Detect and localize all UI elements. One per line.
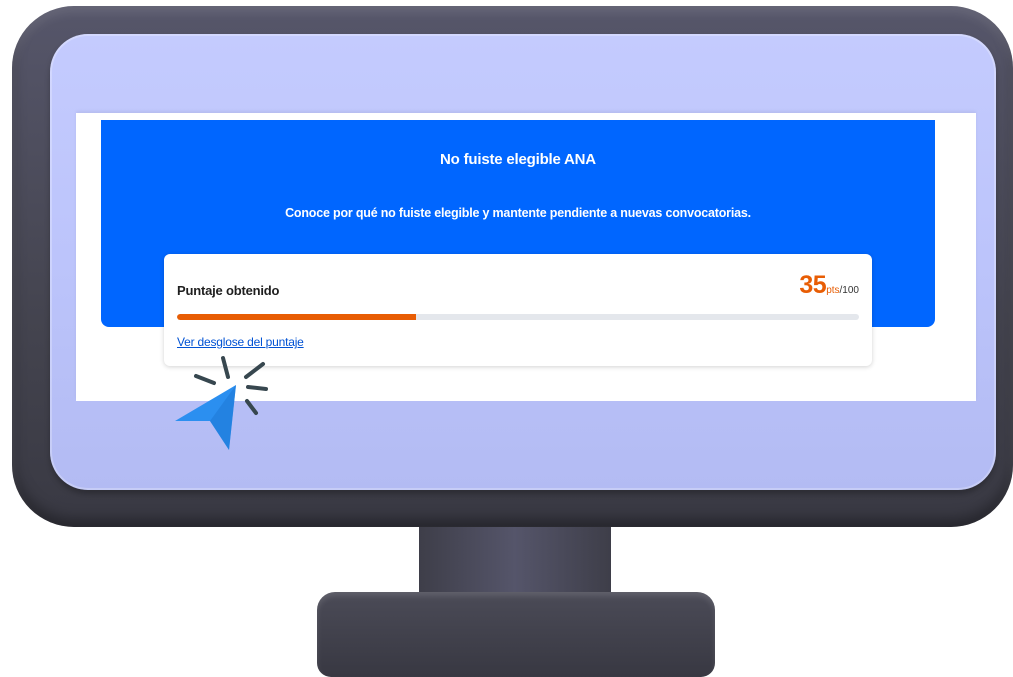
score-label: Puntaje obtenido bbox=[177, 283, 280, 298]
click-burst-line bbox=[245, 399, 258, 415]
score-unit: pts bbox=[826, 285, 840, 296]
score-progress-fill bbox=[177, 314, 416, 320]
click-pointer-icon bbox=[170, 355, 280, 455]
score-value: 35 bbox=[799, 271, 827, 299]
monitor-stand-neck bbox=[419, 527, 611, 595]
hero-subtitle: Conoce por qué no fuiste elegible y mant… bbox=[285, 206, 751, 220]
monitor-stand-base bbox=[317, 592, 715, 677]
score-breakdown-link[interactable]: Ver desglose del puntaje bbox=[177, 335, 304, 349]
click-burst-line bbox=[221, 356, 230, 379]
score-progress-bar bbox=[177, 314, 859, 320]
hero-title: No fuiste elegible ANA bbox=[440, 151, 596, 168]
score-display: 35pts/100 bbox=[799, 271, 859, 300]
score-max: /100 bbox=[839, 285, 859, 296]
click-burst-line bbox=[244, 362, 265, 379]
click-burst-line bbox=[194, 374, 216, 385]
score-card: Puntaje obtenido 35pts/100 Ver desglose … bbox=[164, 254, 872, 366]
click-burst-line bbox=[246, 385, 268, 391]
